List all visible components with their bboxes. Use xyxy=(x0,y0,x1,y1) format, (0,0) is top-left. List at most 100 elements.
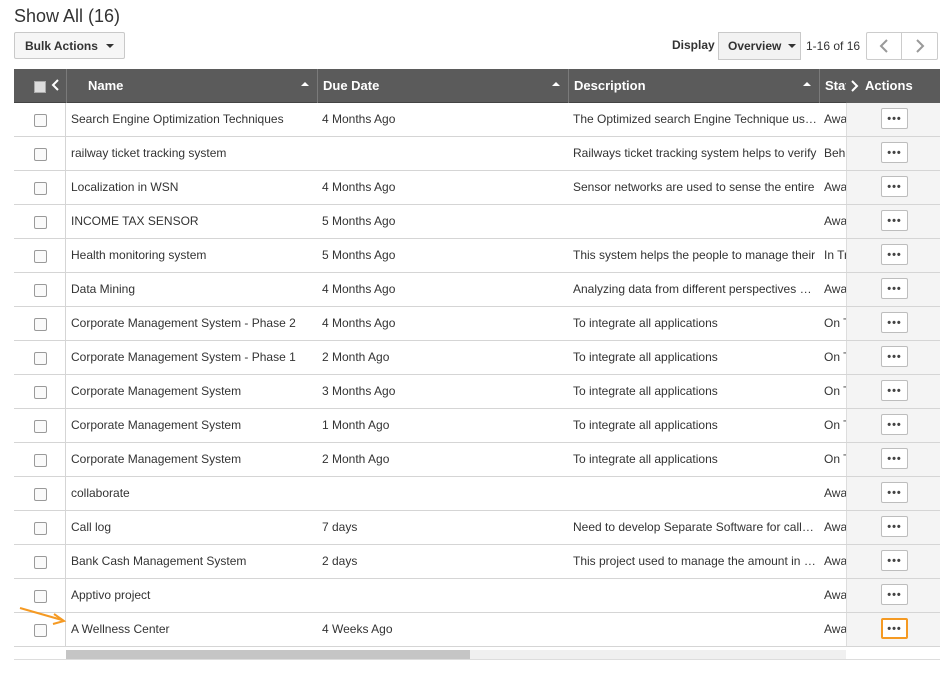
row-name[interactable]: A Wellness Center xyxy=(71,613,311,646)
more-actions-button[interactable]: ••• xyxy=(881,414,908,435)
table-row[interactable]: INCOME TAX SENSOR 5 Months Ago Awaiting ••• xyxy=(14,205,940,239)
row-checkbox[interactable] xyxy=(34,522,47,535)
row-due-date xyxy=(322,477,562,510)
table-row[interactable]: Localization in WSN 4 Months Ago Sensor ne… xyxy=(14,171,940,205)
next-page-button[interactable] xyxy=(902,32,938,60)
column-header-actions-label: Actions xyxy=(865,78,913,93)
row-checkbox[interactable] xyxy=(34,318,47,331)
row-actions-cell: ••• xyxy=(846,205,940,238)
row-checkbox[interactable] xyxy=(34,216,47,229)
row-checkbox[interactable] xyxy=(34,284,47,297)
row-checkbox[interactable] xyxy=(34,454,47,467)
row-actions-cell: ••• xyxy=(846,171,940,204)
column-header-description-label: Description xyxy=(574,78,646,93)
row-status: On Track xyxy=(824,350,846,364)
table-row[interactable]: Call log 7 days Need to develop Separate S… xyxy=(14,511,940,545)
row-name[interactable]: Bank Cash Management System xyxy=(71,545,311,578)
caret-down-icon xyxy=(788,44,797,48)
row-status: Awaiting xyxy=(824,622,846,636)
column-header-due-date[interactable]: Due Date xyxy=(317,69,568,103)
row-status: In Trouble xyxy=(824,248,846,262)
table-row[interactable]: Apptivo project Awaiting ••• xyxy=(14,579,940,613)
row-name[interactable]: Health monitoring system xyxy=(71,239,311,272)
horizontal-scrollbar-thumb[interactable] xyxy=(66,650,470,659)
row-checkbox[interactable] xyxy=(34,420,47,433)
row-name[interactable]: Apptivo project xyxy=(71,579,311,612)
more-actions-button[interactable]: ••• xyxy=(881,448,908,469)
more-actions-button[interactable]: ••• xyxy=(881,312,908,333)
row-actions-cell: ••• xyxy=(846,545,940,578)
table-row[interactable]: Corporate Management System - Phase 2 4 M… xyxy=(14,307,940,341)
column-header-status[interactable]: Status xyxy=(819,69,846,103)
row-name[interactable]: collaborate xyxy=(71,477,311,510)
row-description xyxy=(573,579,817,612)
more-actions-button[interactable]: ••• xyxy=(881,108,908,129)
row-name[interactable]: Corporate Management System xyxy=(71,443,311,476)
sort-up-icon xyxy=(803,82,811,86)
more-actions-button[interactable]: ••• xyxy=(881,584,908,605)
row-due-date: 5 Months Ago xyxy=(322,214,396,228)
row-checkbox[interactable] xyxy=(34,250,47,263)
row-checkbox[interactable] xyxy=(34,148,47,161)
row-name[interactable]: Search Engine Optimization Techniques xyxy=(71,103,311,136)
table-row[interactable]: Data Mining 4 Months Ago Analyzing data fr… xyxy=(14,273,940,307)
row-description xyxy=(573,477,817,510)
table-row[interactable]: Search Engine Optimization Techniques 4 M… xyxy=(14,103,940,137)
more-actions-button[interactable]: ••• xyxy=(881,516,908,537)
more-actions-button[interactable]: ••• xyxy=(881,176,908,197)
chevron-right-icon[interactable] xyxy=(851,80,859,92)
bulk-actions-button[interactable]: Bulk Actions xyxy=(14,32,125,59)
table-row[interactable]: Bank Cash Management System 2 days This pr… xyxy=(14,545,940,579)
page-title: Show All (16) xyxy=(14,6,121,26)
table-row[interactable]: Corporate Management System 3 Months Ago T… xyxy=(14,375,940,409)
more-actions-button[interactable]: ••• xyxy=(881,142,908,163)
row-name[interactable]: railway ticket tracking system xyxy=(71,137,311,170)
row-actions-cell: ••• xyxy=(846,613,940,646)
row-name[interactable]: Data Mining xyxy=(71,273,311,306)
row-checkbox[interactable] xyxy=(34,182,47,195)
row-name[interactable]: Corporate Management System - Phase 2 xyxy=(71,307,311,340)
row-checkbox[interactable] xyxy=(34,352,47,365)
previous-page-button[interactable] xyxy=(866,32,902,60)
more-actions-button[interactable]: ••• xyxy=(881,380,908,401)
more-actions-button[interactable]: ••• xyxy=(881,244,908,265)
chevron-right-icon xyxy=(915,39,924,53)
row-description: Need to develop Separate Software for ca… xyxy=(573,520,817,534)
row-checkbox[interactable] xyxy=(34,386,47,399)
row-checkbox[interactable] xyxy=(34,488,47,501)
table-row[interactable]: A Wellness Center 4 Weeks Ago Awaiting ••• xyxy=(14,613,940,647)
row-select-cell xyxy=(14,375,66,408)
table-row[interactable]: Corporate Management System 1 Month Ago To… xyxy=(14,409,940,443)
more-actions-button[interactable]: ••• xyxy=(881,346,908,367)
more-actions-button[interactable]: ••• xyxy=(881,618,908,639)
column-header-name[interactable]: Name xyxy=(66,69,317,103)
row-name[interactable]: Corporate Management System - Phase 1 xyxy=(71,341,311,374)
chevron-left-icon[interactable] xyxy=(51,79,59,91)
more-actions-button[interactable]: ••• xyxy=(881,482,908,503)
row-actions-cell: ••• xyxy=(846,477,940,510)
row-status: Awaiting xyxy=(824,520,846,534)
table-row[interactable]: Corporate Management System 2 Month Ago To… xyxy=(14,443,940,477)
row-name[interactable]: Localization in WSN xyxy=(71,171,311,204)
more-actions-button[interactable]: ••• xyxy=(881,210,908,231)
row-checkbox[interactable] xyxy=(34,556,47,569)
more-actions-button[interactable]: ••• xyxy=(881,278,908,299)
row-status: Awaiting xyxy=(824,588,846,602)
table-row[interactable]: Corporate Management System - Phase 1 2 M… xyxy=(14,341,940,375)
row-name[interactable]: INCOME TAX SENSOR xyxy=(71,205,311,238)
table-row[interactable]: railway ticket tracking system Railways t… xyxy=(14,137,940,171)
select-all-checkbox[interactable] xyxy=(34,81,46,93)
row-checkbox[interactable] xyxy=(34,590,47,603)
table-row[interactable]: Health monitoring system 5 Months Ago This… xyxy=(14,239,940,273)
row-actions-cell: ••• xyxy=(846,409,940,442)
row-checkbox[interactable] xyxy=(34,114,47,127)
row-due-date: 4 Months Ago xyxy=(322,180,396,194)
row-description: Sensor networks are used to sense the en… xyxy=(573,180,815,194)
row-name[interactable]: Call log xyxy=(71,511,311,544)
row-name[interactable]: Corporate Management System xyxy=(71,375,311,408)
more-actions-button[interactable]: ••• xyxy=(881,550,908,571)
row-name[interactable]: Corporate Management System xyxy=(71,409,311,442)
view-select[interactable]: Overview xyxy=(718,32,801,60)
table-row[interactable]: collaborate Awaiting ••• xyxy=(14,477,940,511)
column-header-description[interactable]: Description xyxy=(568,69,819,103)
